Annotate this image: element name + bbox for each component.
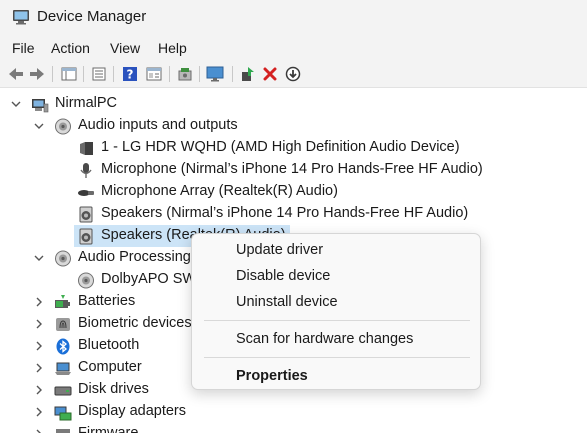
update-driver-menu-item[interactable]: Update driver — [236, 242, 323, 258]
tree-label-category: Bluetooth — [78, 337, 140, 353]
chevron-right-icon[interactable] — [32, 338, 46, 354]
tree-node-display-adapters[interactable]: Display adapters — [0, 401, 587, 423]
tree-label-audio-inputs-outputs: Audio inputs and outputs — [78, 117, 238, 133]
speaker-icon — [78, 272, 94, 289]
help-icon[interactable]: ? — [121, 65, 139, 83]
battery-icon — [55, 295, 70, 308]
speaker-icon — [55, 250, 71, 267]
chevron-down-icon[interactable] — [9, 96, 23, 112]
download-icon[interactable] — [284, 65, 302, 83]
chevron-down-icon[interactable] — [32, 118, 46, 134]
uninstall-device-menu-item[interactable]: Uninstall device — [236, 294, 338, 310]
tree-label-device: 1 - LG HDR WQHD (AMD High Definition Aud… — [101, 139, 460, 155]
chevron-down-icon[interactable] — [32, 250, 46, 266]
chevron-right-icon[interactable] — [32, 426, 46, 433]
computer-icon — [32, 99, 49, 113]
disk-drive-icon — [54, 386, 72, 396]
tree-label-category: Computer — [78, 359, 142, 375]
scan-hardware-menu-item[interactable]: Scan for hardware changes — [236, 331, 413, 347]
tree-node-speakers-iphone[interactable]: Speakers (Nirmal’s iPhone 14 Pro Hands-F… — [0, 203, 587, 225]
chevron-right-icon[interactable] — [32, 404, 46, 420]
menu-file[interactable]: File — [12, 40, 35, 56]
laptop-icon — [55, 362, 71, 375]
menu-view[interactable]: View — [110, 40, 140, 56]
window-title: Device Manager — [37, 8, 147, 25]
tree-label-device: Microphone (Nirmal’s iPhone 14 Pro Hands… — [101, 161, 483, 177]
tree-label-device: Speakers (Nirmal’s iPhone 14 Pro Hands-F… — [101, 205, 469, 221]
bluetooth-icon — [56, 338, 70, 355]
tree-label-device: DolbyAPO SW — [101, 271, 197, 287]
forward-arrow-icon[interactable] — [28, 65, 46, 83]
uninstall-icon[interactable] — [261, 65, 279, 83]
back-arrow-icon[interactable] — [7, 65, 25, 83]
tree-node-microphone-iphone[interactable]: Microphone (Nirmal’s iPhone 14 Pro Hands… — [0, 159, 587, 181]
fingerprint-icon — [56, 318, 70, 331]
tree-label-category: Disk drives — [78, 381, 149, 397]
properties-menu-item[interactable]: Properties — [236, 368, 308, 384]
tree-label-category: Batteries — [78, 293, 136, 309]
speaker-icon — [55, 118, 71, 135]
firmware-icon — [56, 429, 70, 433]
audio-device-icon — [80, 142, 93, 155]
menu-separator — [204, 357, 470, 358]
svg-text:?: ? — [127, 68, 134, 82]
tree-label-category: Display adapters — [78, 403, 186, 419]
monitor-icon[interactable] — [206, 65, 224, 83]
title-bar: Device Manager — [0, 0, 587, 36]
tree-label-category: Firmware — [78, 425, 139, 433]
microphone-icon — [80, 163, 92, 178]
chevron-right-icon[interactable] — [32, 382, 46, 398]
chevron-right-icon[interactable] — [32, 360, 46, 376]
disable-device-menu-item[interactable]: Disable device — [236, 268, 330, 284]
tree-label-category: Biometric devices — [78, 315, 192, 331]
menu-separator — [204, 320, 470, 321]
tree-node-audio-inputs-outputs[interactable]: Audio inputs and outputs — [0, 115, 587, 137]
toolbar: ? — [0, 60, 587, 88]
update-driver-icon[interactable] — [239, 65, 257, 83]
context-menu: Update driver Disable device Uninstall d… — [191, 233, 481, 390]
speaker-box-icon — [79, 228, 93, 245]
details-view-icon[interactable] — [145, 65, 163, 83]
speaker-box-icon — [79, 206, 93, 223]
list-view-icon[interactable] — [90, 65, 108, 83]
menu-bar: File Action View Help — [0, 36, 587, 60]
tree-node-root[interactable]: NirmalPC — [0, 93, 587, 115]
device-manager-icon — [13, 10, 29, 25]
tree-label-device: Microphone Array (Realtek(R) Audio) — [101, 183, 338, 199]
display-adapter-icon — [54, 406, 72, 421]
scan-hardware-icon[interactable] — [176, 65, 194, 83]
tree-label-root: NirmalPC — [55, 95, 118, 111]
tree-node-microphone-array[interactable]: Microphone Array (Realtek(R) Audio) — [0, 181, 587, 203]
tree-node-firmware[interactable]: Firmware — [0, 423, 587, 433]
tree-node-lg-hdr-audio[interactable]: 1 - LG HDR WQHD (AMD High Definition Aud… — [0, 137, 587, 159]
tree-label-audio-processing: Audio Processing — [78, 249, 191, 265]
microphone-array-icon — [78, 190, 94, 196]
chevron-right-icon[interactable] — [32, 294, 46, 310]
chevron-right-icon[interactable] — [32, 316, 46, 332]
menu-help[interactable]: Help — [158, 40, 187, 56]
menu-action[interactable]: Action — [51, 40, 90, 56]
properties-grid-icon[interactable] — [60, 65, 78, 83]
